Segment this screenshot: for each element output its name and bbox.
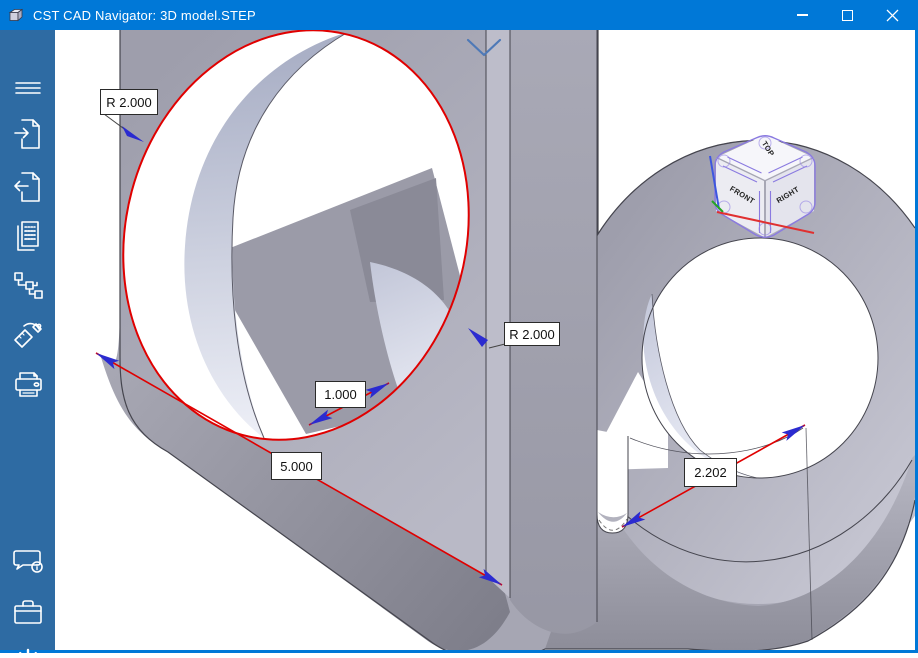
app-logo-icon — [7, 6, 25, 24]
sidebar-item-structure[interactable] — [0, 264, 55, 308]
export-document-icon — [12, 170, 44, 204]
sidebar-item-about[interactable] — [0, 541, 55, 585]
sidebar-item-menu[interactable] — [0, 66, 55, 110]
3d-viewport[interactable]: TOP FRONT RIGHT R 2.000 R 2.000 1.000 5.… — [55, 30, 915, 650]
hamburger-icon — [14, 76, 42, 100]
ring-hole — [642, 238, 878, 478]
maximize-button[interactable] — [825, 0, 870, 30]
window-title: CST CAD Navigator: 3D model.STEP — [33, 8, 256, 23]
sidebar — [0, 30, 55, 650]
minimize-icon — [797, 14, 808, 15]
dimension-label-width[interactable]: 2.202 — [684, 458, 737, 487]
dimension-label-radius-2[interactable]: R 2.000 — [504, 322, 560, 346]
sidebar-item-import[interactable] — [0, 112, 55, 156]
dimension-label-radius-1[interactable]: R 2.000 — [100, 89, 158, 115]
app-window: CST CAD Navigator: 3D model.STEP — [0, 0, 918, 658]
sidebar-item-print[interactable] — [0, 363, 55, 407]
sidebar-item-settings[interactable] — [0, 639, 55, 658]
3d-scene[interactable]: TOP FRONT RIGHT — [55, 30, 915, 650]
toolbox-icon — [12, 597, 44, 627]
gear-icon — [12, 645, 44, 658]
printer-icon — [12, 369, 44, 401]
import-document-icon — [12, 117, 44, 151]
plate-edge-face — [486, 30, 510, 598]
maximize-icon — [842, 10, 853, 21]
sidebar-item-report[interactable] — [0, 214, 55, 258]
dimension-label-length[interactable]: 5.000 — [271, 452, 322, 480]
chat-info-icon — [11, 547, 45, 579]
titlebar: CST CAD Navigator: 3D model.STEP — [0, 0, 915, 30]
dimension-label-thickness[interactable]: 1.000 — [315, 381, 366, 408]
close-button[interactable] — [870, 0, 915, 30]
measure-tools-icon — [12, 320, 44, 352]
document-report-icon — [13, 219, 43, 253]
close-icon — [886, 9, 899, 22]
sidebar-item-export[interactable] — [0, 165, 55, 209]
sidebar-item-measure[interactable] — [0, 314, 55, 358]
sidebar-item-toolbox[interactable] — [0, 590, 55, 634]
minimize-button[interactable] — [780, 0, 825, 30]
model-tree-icon — [12, 270, 44, 302]
